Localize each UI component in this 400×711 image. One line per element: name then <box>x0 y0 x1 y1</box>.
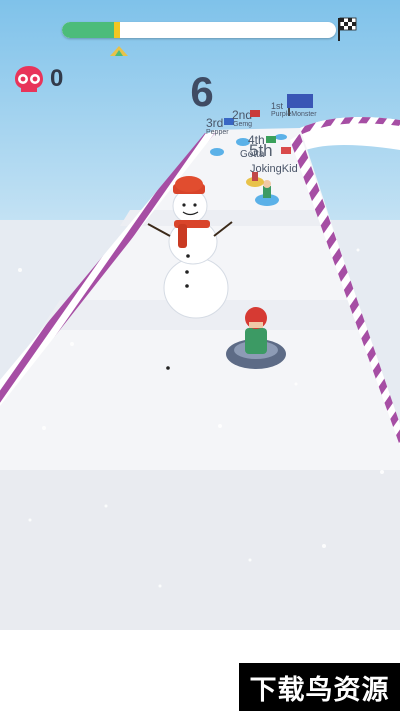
player-progress-marker <box>113 22 120 38</box>
country-flag-icon <box>250 110 260 117</box>
game-scene: 0 6 3rd Pepper 2nd Gemg 1st PurpleMonste… <box>0 0 400 711</box>
kill-counter: 0 <box>12 64 63 94</box>
watermark: 下载鸟资源 <box>239 663 400 711</box>
track-band <box>0 470 400 630</box>
current-rank: 6 <box>190 68 214 115</box>
finish-flag-icon <box>338 17 357 41</box>
racer-name: Gemg <box>233 121 253 128</box>
racer-place: 5th <box>249 141 273 160</box>
race-progress-bar <box>62 22 336 38</box>
racer-place: 3rd <box>206 116 224 130</box>
direction-arrow-icon <box>110 46 128 56</box>
racer-name: Pepper <box>206 129 229 136</box>
race-banner <box>287 94 313 116</box>
kill-count: 0 <box>50 65 64 92</box>
racer-place: 1st <box>271 101 284 111</box>
country-flag-icon <box>281 147 291 154</box>
progress-fill <box>62 22 117 38</box>
racer-name: PurpleMonster <box>271 111 317 118</box>
racer-name: JokingKid <box>250 163 298 175</box>
skull-icon <box>15 66 43 92</box>
